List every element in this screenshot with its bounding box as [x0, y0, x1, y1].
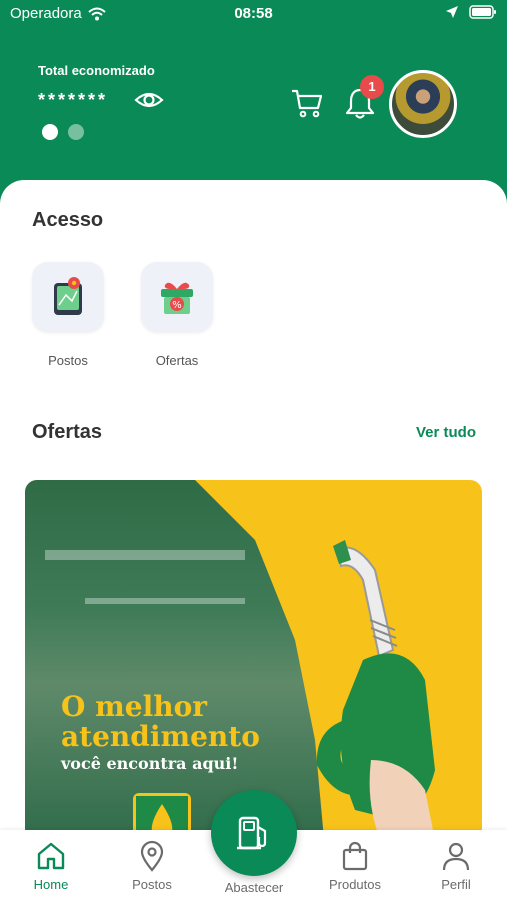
abastecer-button[interactable]: [211, 790, 297, 876]
status-right: [445, 5, 497, 19]
map-phone-icon: [54, 277, 82, 315]
access-label-postos: Postos: [48, 353, 88, 368]
tab-abastecer-label: Abastecer: [224, 880, 284, 895]
saved-label: Total economizado: [38, 63, 155, 78]
status-time: 08:58: [234, 5, 273, 22]
location-pin-icon: [140, 840, 164, 872]
battery-icon: [469, 5, 496, 19]
carousel-dot-active[interactable]: [42, 124, 58, 140]
svg-text:%: %: [172, 300, 182, 311]
notification-badge: 1: [360, 75, 384, 99]
access-tile[interactable]: [32, 262, 104, 332]
tab-perfil[interactable]: Perfil: [416, 840, 496, 892]
banner-headline-1: O melhor: [61, 690, 208, 723]
access-title: Acesso: [32, 209, 104, 231]
fuel-pump-icon: [237, 816, 267, 850]
fuel-nozzle-illustration: [316, 540, 435, 850]
cart-icon[interactable]: [290, 87, 324, 119]
home-icon: [37, 842, 65, 870]
header: Operadora 08:58 Total economizado ******…: [0, 0, 507, 205]
tab-home-label: Home: [33, 877, 69, 892]
see-all-link[interactable]: Ver tudo: [416, 424, 476, 441]
avatar[interactable]: [389, 70, 457, 138]
carousel-dots: [42, 124, 84, 140]
access-item-ofertas[interactable]: %: [141, 262, 213, 332]
access-tile[interactable]: %: [141, 262, 213, 332]
offers-title: Ofertas: [32, 421, 103, 443]
tab-produtos-label: Produtos: [328, 877, 382, 892]
access-item-postos[interactable]: [32, 262, 104, 332]
user-icon: [442, 842, 470, 871]
tab-postos-label: Postos: [132, 877, 172, 892]
tab-postos[interactable]: Postos: [112, 840, 192, 892]
tab-home[interactable]: Home: [11, 840, 91, 892]
banner-subline: você encontra aqui!: [61, 754, 239, 773]
carousel-dot[interactable]: [68, 124, 84, 140]
status-bar: Operadora 08:58: [0, 0, 507, 28]
shopping-bag-icon: [342, 841, 368, 871]
banner-canopy-light: [45, 550, 245, 560]
eye-icon[interactable]: [134, 87, 164, 113]
access-label-ofertas: Ofertas: [155, 353, 199, 368]
location-arrow-icon: [446, 6, 458, 18]
banner-canopy-light: [85, 598, 245, 604]
tab-perfil-label: Perfil: [441, 877, 471, 892]
saved-value: *******: [38, 90, 109, 110]
tab-produtos[interactable]: Produtos: [315, 840, 395, 892]
gift-icon: %: [161, 282, 193, 314]
banner-headline-2: atendimento: [61, 720, 260, 753]
